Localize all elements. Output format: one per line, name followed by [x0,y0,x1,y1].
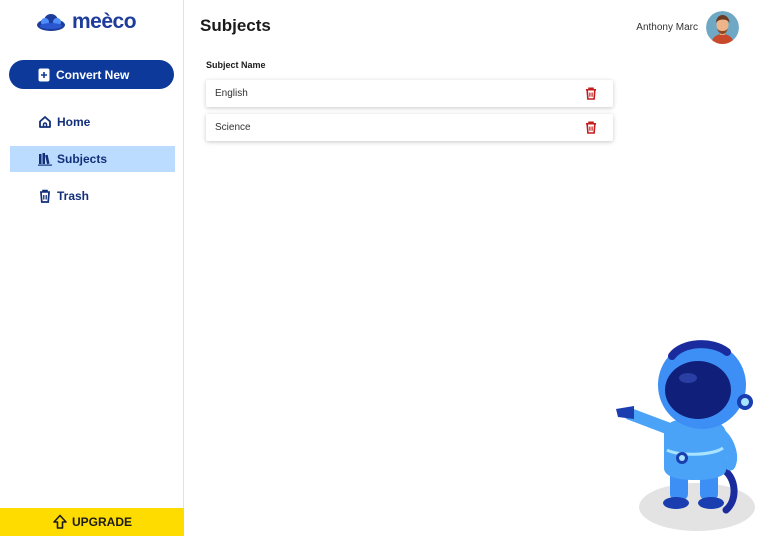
page-title: Subjects [200,16,271,35]
sidebar-item-trash[interactable]: Trash [10,183,175,209]
convert-new-label: Convert New [56,67,130,82]
upgrade-label: UPGRADE [71,515,132,529]
table-row[interactable]: Science [206,114,613,141]
sidebar-item-subjects[interactable]: Subjects [10,146,175,172]
subject-list: English Science [206,80,613,148]
sidebar-item-home[interactable]: Home [10,109,175,135]
avatar[interactable] [706,11,739,44]
logo-text: meèco [72,10,137,33]
user-name: Anthony Marc [636,22,698,33]
astronaut-mascot-illustration [616,340,755,531]
sidebar-item-label: Subjects [57,152,108,166]
books-icon [38,153,52,166]
subject-name-column-header: Subject Name [206,60,266,70]
cloud-logo-icon [37,14,65,31]
arrow-up-icon [53,514,67,529]
user-menu[interactable]: Anthony Marc [636,11,739,44]
table-row[interactable]: English [206,80,613,107]
delete-icon[interactable] [585,87,597,100]
subject-name: English [215,88,248,99]
subject-name: Science [215,122,251,133]
convert-new-button[interactable]: Convert New [9,60,174,89]
logo[interactable]: meèco [36,10,137,34]
sidebar-item-label: Home [57,115,91,129]
upgrade-button[interactable]: UPGRADE [0,508,184,536]
sidebar-item-label: Trash [57,189,90,203]
trash-icon [40,189,50,203]
user-portrait-icon [706,11,739,44]
new-document-icon [38,68,50,81]
sidebar: meèco Convert New Home Subjects Trash UP… [0,0,184,536]
delete-icon[interactable] [585,121,597,134]
home-icon [39,116,51,128]
